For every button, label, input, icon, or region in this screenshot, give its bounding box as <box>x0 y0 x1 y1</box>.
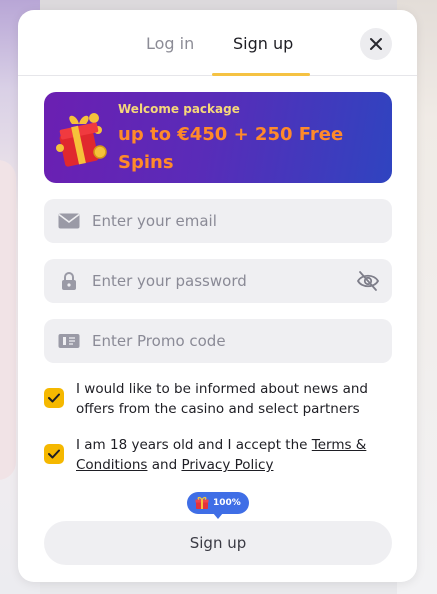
welcome-promo-banner[interactable]: Welcome package up to €450 + 250 Free Sp… <box>44 92 392 183</box>
age-consent-checkbox[interactable] <box>44 444 64 464</box>
age-consent-label: I am 18 years old and I accept the Terms… <box>76 435 394 475</box>
age-consent-row: I am 18 years old and I accept the Terms… <box>44 435 392 475</box>
gift-box-icon <box>56 113 107 167</box>
tab-login[interactable]: Log in <box>146 34 194 53</box>
gift-icon <box>195 496 209 509</box>
checkmark-icon <box>48 449 60 459</box>
password-input[interactable] <box>92 259 352 303</box>
background-top <box>40 0 397 10</box>
signup-modal: Log in Sign up Welcome package up to €45… <box>18 10 417 582</box>
auth-tabs: Log in Sign up <box>18 10 417 76</box>
age-consent-and: and <box>147 457 182 473</box>
lock-icon <box>58 271 80 291</box>
checkmark-icon <box>48 393 60 403</box>
email-input[interactable] <box>92 199 352 243</box>
eye-off-icon[interactable] <box>356 270 380 292</box>
promo-code-input[interactable] <box>92 319 352 363</box>
email-field-wrapper <box>44 199 392 243</box>
password-field-wrapper <box>44 259 392 303</box>
promo-headline: up to €450 + 250 Free Spins <box>118 124 344 173</box>
news-consent-checkbox[interactable] <box>44 388 64 408</box>
sign-up-submit-button[interactable]: Sign up <box>44 521 392 565</box>
privacy-policy-link[interactable]: Privacy Policy <box>181 457 273 473</box>
age-consent-text: I am 18 years old and I accept the <box>76 437 312 453</box>
promo-code-field-wrapper <box>44 319 392 363</box>
close-icon <box>370 38 382 50</box>
completion-percent: 100% <box>213 498 241 508</box>
active-tab-indicator <box>212 73 310 76</box>
tab-signup[interactable]: Sign up <box>233 34 293 53</box>
ticket-icon <box>58 331 80 351</box>
close-button[interactable] <box>360 28 392 60</box>
envelope-icon <box>58 211 80 231</box>
completion-badge: 100% <box>187 492 249 519</box>
promo-subtitle: Welcome package <box>118 102 240 116</box>
news-consent-label: I would like to be informed about news a… <box>76 381 369 417</box>
news-consent-row: I would like to be informed about news a… <box>44 379 392 419</box>
